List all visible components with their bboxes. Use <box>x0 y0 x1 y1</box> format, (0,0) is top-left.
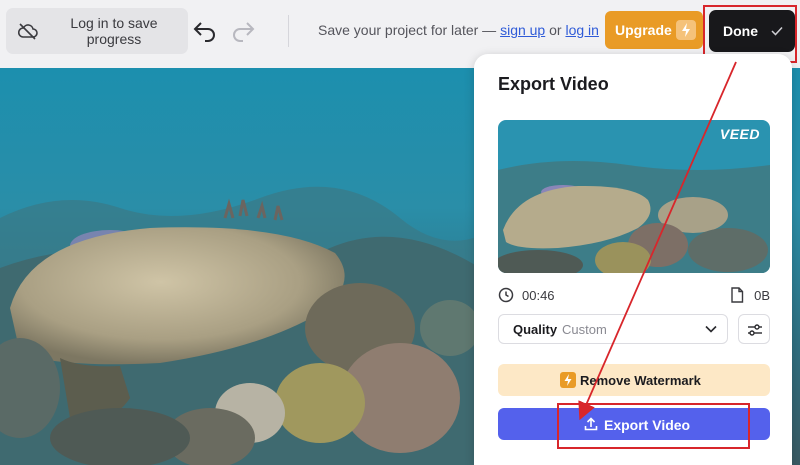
remove-watermark-button[interactable]: Remove Watermark <box>498 364 770 396</box>
quality-label: Quality <box>513 322 558 337</box>
bolt-badge <box>560 372 576 388</box>
or-text: or <box>545 22 566 38</box>
login-to-save-button[interactable]: Log in to save progress <box>6 8 188 54</box>
cloud-off-icon <box>18 23 38 40</box>
panel-title: Export Video <box>498 74 609 94</box>
bolt-badge <box>676 20 696 40</box>
video-thumbnail: VEED <box>498 120 770 273</box>
remove-watermark-label: Remove Watermark <box>580 373 701 388</box>
quality-dropdown[interactable]: Quality Custom <box>498 314 728 344</box>
bolt-icon <box>564 374 572 386</box>
upgrade-button[interactable]: Upgrade <box>605 11 703 49</box>
clock-icon <box>498 287 514 303</box>
file-icon <box>731 287 744 303</box>
sliders-icon <box>748 324 762 336</box>
veed-logo: VEED <box>719 126 760 142</box>
quality-value: Custom <box>562 322 607 337</box>
sign-up-link[interactable]: sign up <box>500 22 545 38</box>
thumbnail-image <box>498 120 770 273</box>
undo-icon[interactable] <box>192 20 218 42</box>
export-settings-button[interactable] <box>738 314 770 344</box>
save-message-text: Save your project for later — <box>318 22 501 38</box>
save-project-message: Save your project for later — sign up or… <box>318 22 599 38</box>
bolt-icon <box>682 23 690 37</box>
video-meta: 00:46 0B <box>498 286 770 306</box>
log-in-link[interactable]: log in <box>565 22 598 38</box>
video-duration: 00:46 <box>522 288 555 303</box>
export-highlight-box <box>557 403 750 449</box>
toolbar-divider <box>288 15 289 47</box>
redo-icon[interactable] <box>230 20 256 42</box>
file-size: 0B <box>754 288 770 303</box>
chevron-down-icon <box>705 325 717 333</box>
upgrade-label: Upgrade <box>615 22 672 38</box>
login-to-save-label: Log in to save progress <box>70 15 158 47</box>
